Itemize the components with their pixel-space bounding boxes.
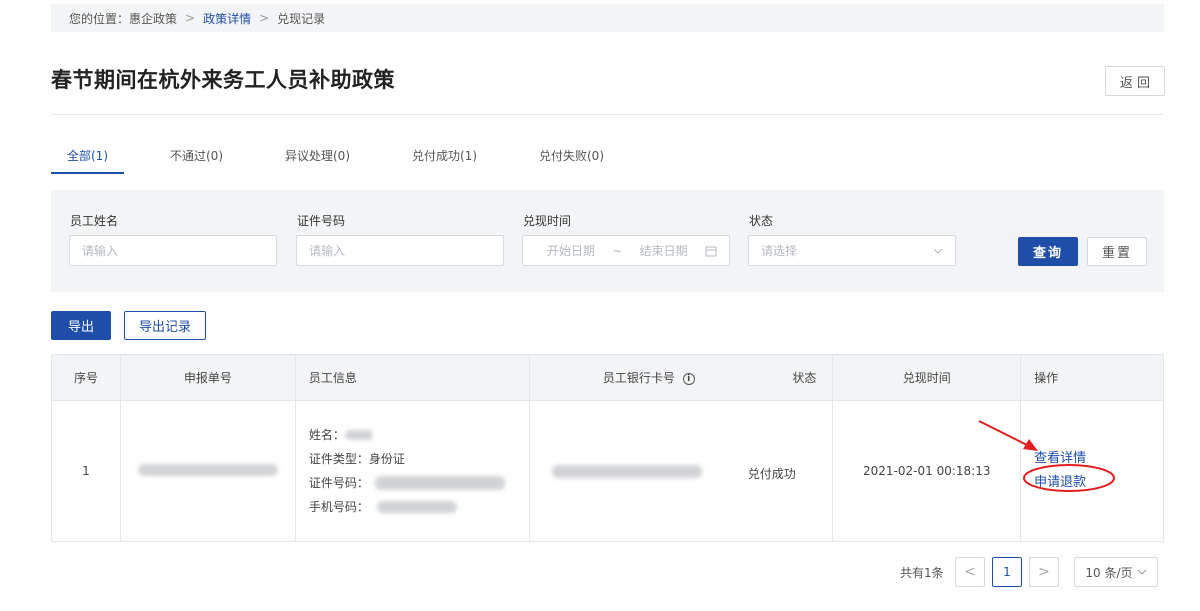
start-date-input[interactable]: 开始日期	[547, 242, 595, 259]
page-size-select[interactable]: 10 条/页	[1074, 557, 1158, 587]
employee-name-input[interactable]: 请输入	[69, 235, 277, 266]
col-operation: 操作	[1020, 354, 1164, 401]
tab-all[interactable]: 全部(1)	[51, 140, 124, 174]
status-tabs: 全部(1) 不通过(0) 异议处理(0) 兑付成功(1) 兑付失败(0)	[51, 140, 650, 176]
col-bank-card-label: 员工银行卡号	[602, 371, 675, 385]
info-id-type-line: 证件类型： 身份证	[309, 447, 529, 471]
cell-operation: 查看详情 申请退款	[1020, 400, 1164, 542]
breadcrumb-separator: >	[259, 11, 270, 25]
info-phone-label: 手机号码：	[308, 500, 369, 514]
prev-page-button[interactable]: <	[955, 557, 985, 587]
info-id-number-line: 证件号码：	[309, 471, 529, 495]
export-record-button[interactable]: 导出记录	[124, 311, 206, 340]
breadcrumb: 您的位置： 惠企政策 > 政策详情 > 兑现记录	[51, 4, 1164, 32]
redacted-value	[376, 501, 457, 513]
status-label: 状态	[749, 214, 774, 228]
id-number-label: 证件号码	[297, 214, 346, 228]
col-apply-no: 申报单号	[119, 354, 296, 401]
tab-rejected[interactable]: 不通过(0)	[154, 140, 239, 174]
divider	[51, 114, 1164, 115]
info-id-number-label: 证件号码：	[308, 476, 369, 490]
page-title: 春节期间在杭外来务工人员补助政策	[51, 68, 395, 92]
breadcrumb-prefix: 您的位置：	[69, 11, 130, 26]
next-page-button[interactable]: >	[1029, 557, 1059, 587]
redacted-value	[344, 430, 373, 440]
end-date-input[interactable]: 结束日期	[640, 242, 688, 259]
redacted-value	[551, 465, 702, 478]
redacted-value	[374, 476, 505, 490]
cell-apply-no	[119, 400, 296, 542]
info-name-label: 姓名：	[308, 428, 345, 442]
chevron-down-icon	[1137, 569, 1146, 575]
breadcrumb-item-redeem-records: 兑现记录	[277, 11, 326, 26]
status-select-placeholder: 请选择	[761, 244, 798, 258]
col-seq: 序号	[51, 354, 121, 401]
page-number-button[interactable]: 1	[992, 557, 1022, 587]
tab-paid-success[interactable]: 兑付成功(1)	[396, 140, 493, 174]
query-button[interactable]: 查询	[1018, 237, 1078, 266]
status-select[interactable]: 请选择	[748, 235, 956, 266]
table-row: 1 姓名： 证件类型： 身份证 证件号码： 手机号码： 兑付成功 2021-02…	[51, 400, 1164, 542]
info-icon[interactable]: i	[682, 372, 695, 385]
redacted-value	[137, 463, 278, 476]
info-phone-line: 手机号码：	[309, 495, 529, 519]
pagination-total: 共有1条	[900, 566, 944, 580]
breadcrumb-item-policy-detail[interactable]: 政策详情	[203, 10, 251, 27]
cell-seq: 1	[51, 400, 121, 542]
apply-refund-link[interactable]: 申请退款	[1034, 471, 1086, 495]
employee-name-label: 员工姓名	[70, 214, 119, 228]
info-id-type-value: 身份证	[368, 452, 405, 466]
range-separator: ~	[612, 243, 623, 258]
redeem-time-range-picker[interactable]: 开始日期 ~ 结束日期	[522, 235, 730, 266]
col-bank-card: 员工银行卡号 i 状态	[528, 354, 834, 401]
view-details-link[interactable]: 查看详情	[1034, 447, 1086, 471]
col-redeem-time: 兑现时间	[832, 354, 1022, 401]
col-status: 状态	[792, 371, 817, 385]
col-employee-info: 员工信息	[294, 354, 530, 401]
breadcrumb-separator: >	[185, 11, 196, 25]
breadcrumb-item-policies[interactable]: 惠企政策	[129, 10, 177, 27]
cell-status: 兑付成功	[747, 467, 796, 481]
page-size-label: 10 条/页	[1085, 565, 1133, 580]
info-id-type-label: 证件类型：	[308, 452, 369, 466]
records-table: 序号 申报单号 员工信息 员工银行卡号 i 状态 兑现时间 操作 1 姓名： 证…	[51, 354, 1164, 542]
calendar-icon	[705, 246, 717, 256]
tab-objection[interactable]: 异议处理(0)	[269, 140, 366, 174]
info-name-line: 姓名：	[309, 423, 529, 447]
redeem-time-label: 兑现时间	[523, 214, 572, 228]
filter-panel: 员工姓名 请输入 证件号码 请输入 兑现时间 开始日期 ~ 结束日期 状态 请选…	[51, 190, 1164, 292]
export-button[interactable]: 导出	[51, 311, 111, 340]
cell-redeem-time: 2021-02-01 00:18:13	[832, 400, 1022, 542]
back-button[interactable]: 返 回	[1105, 66, 1165, 96]
cell-bank-card-status: 兑付成功	[528, 400, 834, 542]
id-number-input[interactable]: 请输入	[296, 235, 504, 266]
tab-paid-failed[interactable]: 兑付失败(0)	[523, 140, 620, 174]
chevron-down-icon	[933, 248, 943, 254]
cell-employee-info: 姓名： 证件类型： 身份证 证件号码： 手机号码：	[294, 400, 530, 542]
reset-button[interactable]: 重置	[1087, 237, 1147, 266]
